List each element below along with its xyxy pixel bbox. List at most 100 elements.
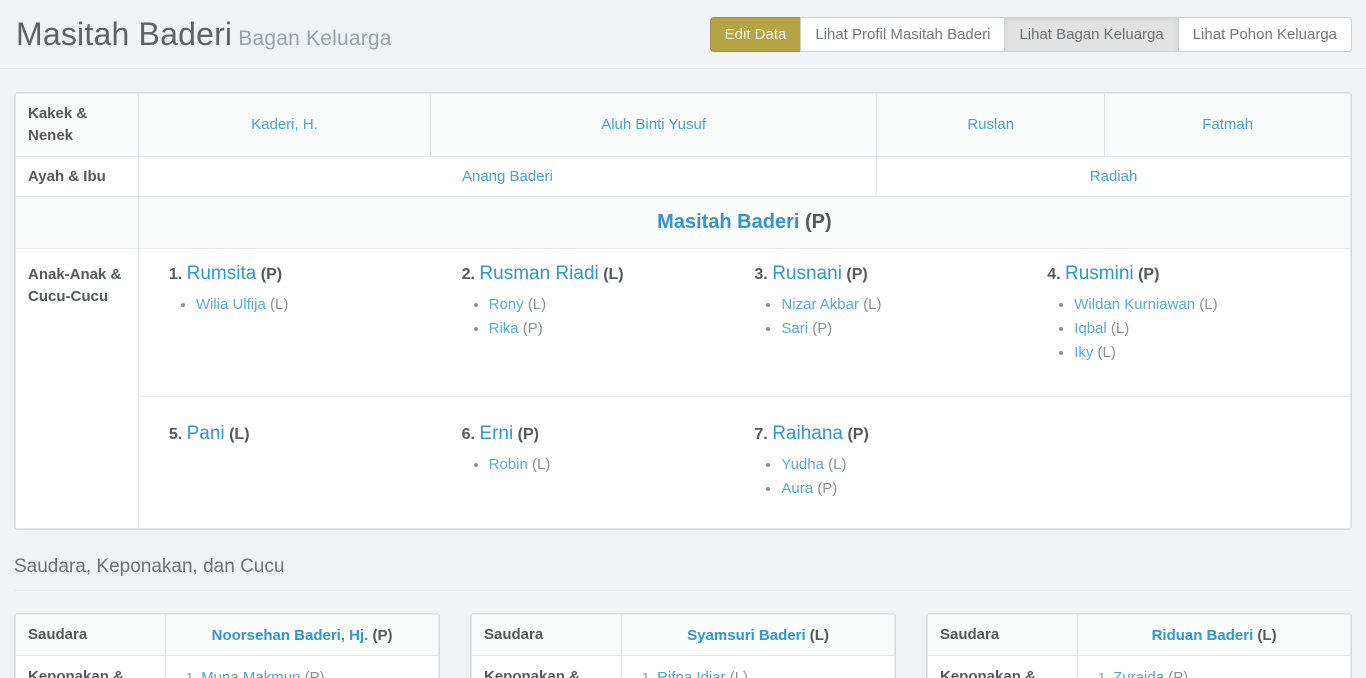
child-gender: (L): [229, 426, 249, 443]
grandchild-gender: (L): [863, 296, 881, 313]
sibling-link[interactable]: Riduan Baderi: [1152, 627, 1254, 644]
grandchild-link[interactable]: Wilia Ulfija: [196, 296, 266, 313]
father-link[interactable]: Anang Baderi: [462, 168, 553, 185]
nephews-row: Keponakan & Cucu-Cucu 1. Zuraida (P) And…: [928, 656, 1351, 678]
child-number: 7.: [754, 426, 767, 443]
child-gender: (P): [1138, 266, 1159, 283]
nephew-link[interactable]: Muna Makmun: [201, 669, 300, 678]
view-profile-button[interactable]: Lihat Profil Masitah Baderi: [800, 17, 1005, 52]
child-item: 5. Pani (L): [169, 423, 462, 504]
sibling-card: Saudara Riduan Baderi (L) Keponakan & Cu…: [926, 613, 1352, 678]
grandparent-link[interactable]: Aluh Binti Yusuf: [601, 116, 706, 133]
grandchild-gender: (L): [532, 456, 550, 473]
grandchild-link[interactable]: Sari: [781, 320, 808, 337]
sibling-label: Saudara: [472, 615, 622, 656]
child-link[interactable]: Rusnani: [772, 263, 842, 284]
grandchild-link[interactable]: Iqbal: [1074, 320, 1107, 337]
grandchild-gender: (P): [812, 320, 832, 337]
grandchild-item: Aura (P): [781, 480, 1033, 497]
grandparent-link[interactable]: Ruslan: [967, 116, 1014, 133]
child-link[interactable]: Rusman Riadi: [479, 263, 598, 284]
person-link[interactable]: Masitah Baderi: [657, 211, 799, 233]
sibling-card: Saudara Syamsuri Baderi (L) Keponakan & …: [470, 613, 896, 678]
family-chart-panel: Kakek & Nenek Kaderi, H. Aluh Binti Yusu…: [14, 92, 1352, 530]
grandchild-item: Rony (L): [489, 296, 741, 313]
grandchild-link[interactable]: Robin: [489, 456, 528, 473]
grandparents-row: Kakek & Nenek Kaderi, H. Aluh Binti Yusu…: [16, 94, 1351, 157]
pedigree-table: Kakek & Nenek Kaderi, H. Aluh Binti Yusu…: [15, 93, 1351, 529]
grandchild-gender: (L): [828, 456, 846, 473]
nephew-gender: (P): [305, 669, 325, 678]
nephew-link[interactable]: Rifna Idiar: [657, 669, 725, 678]
grandchild-item: Iqbal (L): [1074, 320, 1326, 337]
grandchild-link[interactable]: Wildan Kurniawan: [1074, 296, 1195, 313]
grandchild-item: Robin (L): [489, 456, 741, 473]
sibling-gender: (L): [810, 627, 829, 644]
grandchild-gender: (L): [1199, 296, 1217, 313]
mother-link[interactable]: Radiah: [1090, 168, 1138, 185]
page-subtitle: Bagan Keluarga: [238, 27, 391, 50]
grandchild-gender: (P): [817, 480, 837, 497]
sibling-gender: (P): [373, 627, 393, 644]
edit-data-button[interactable]: Edit Data: [710, 17, 802, 52]
child-gender: (P): [847, 426, 868, 443]
grandchild-gender: (L): [1098, 344, 1116, 361]
grandchild-link[interactable]: Nizar Akbar: [781, 296, 859, 313]
view-family-chart-button[interactable]: Lihat Bagan Keluarga: [1004, 17, 1178, 52]
grandchild-link[interactable]: Rony: [489, 296, 524, 313]
child-item: 2. Rusman Riadi (L) Rony (L) Rika (P): [462, 263, 755, 396]
page-title: Masitah BaderiBagan Keluarga: [16, 16, 392, 53]
sibling-link[interactable]: Syamsuri Baderi: [687, 627, 805, 644]
grandparent-link[interactable]: Fatmah: [1202, 116, 1253, 133]
nephew-gender: (L): [730, 669, 748, 678]
grandchild-link[interactable]: Rika: [489, 320, 519, 337]
nephews-label: Keponakan & Cucu-Cucu: [472, 656, 622, 678]
grandchild-item: Iky (L): [1074, 344, 1326, 361]
nephew-item: 1. Muna Makmun (P) Nafies Luthfi (L): [186, 669, 430, 678]
children-row: Anak-Anak & Cucu-Cucu 1. Rumsita (P) Wil…: [16, 249, 1351, 529]
nephews-label: Keponakan & Cucu-Cucu: [16, 656, 166, 678]
person-row: Masitah Baderi (P): [16, 197, 1351, 249]
grandparent-link[interactable]: Kaderi, H.: [251, 116, 318, 133]
sibling-header-row: Saudara Noorsehan Baderi, Hj. (P): [16, 615, 439, 656]
person-gender: (P): [805, 211, 832, 233]
sibling-header-row: Saudara Syamsuri Baderi (L): [472, 615, 895, 656]
nephews-row: Keponakan & Cucu-Cucu 1. Muna Makmun (P)…: [16, 656, 439, 678]
child-item: 3. Rusnani (P) Nizar Akbar (L) Sari (P): [754, 263, 1047, 396]
siblings-section-heading: Saudara, Keponakan, dan Cucu: [14, 556, 1352, 591]
sibling-link[interactable]: Noorsehan Baderi, Hj.: [212, 627, 369, 644]
child-number: 1.: [169, 266, 182, 283]
view-family-tree-button[interactable]: Lihat Pohon Keluarga: [1178, 17, 1352, 52]
child-gender: (P): [518, 426, 539, 443]
nephew-link[interactable]: Zuraida: [1113, 669, 1164, 678]
grandchild-link[interactable]: Yudha: [781, 456, 824, 473]
sibling-card: Saudara Noorsehan Baderi, Hj. (P) Kepona…: [14, 613, 440, 678]
children-label: Anak-Anak & Cucu-Cucu: [16, 249, 139, 529]
child-link[interactable]: Pani: [187, 423, 225, 444]
child-number: 6.: [462, 426, 475, 443]
sibling-gender: (L): [1257, 627, 1276, 644]
nephews-row: Keponakan & Cucu-Cucu 1. Rifna Idiar (L)…: [472, 656, 895, 678]
person-row-empty-label: [16, 197, 139, 249]
grandparents-label: Kakek & Nenek: [16, 94, 139, 157]
sibling-label: Saudara: [928, 615, 1078, 656]
grandchild-item: Wilia Ulfija (L): [196, 296, 448, 313]
child-link[interactable]: Raihana: [772, 423, 843, 444]
child-gender: (P): [261, 266, 282, 283]
child-item: 4. Rusmini (P) Wildan Kurniawan (L) Iqba…: [1047, 263, 1340, 396]
grandchild-gender: (L): [528, 296, 546, 313]
child-link[interactable]: Erni: [479, 423, 513, 444]
child-number: 3.: [754, 266, 767, 283]
child-gender: (L): [603, 266, 623, 283]
child-link[interactable]: Rusmini: [1065, 263, 1134, 284]
sibling-label: Saudara: [16, 615, 166, 656]
child-link[interactable]: Rumsita: [187, 263, 257, 284]
grandchild-link[interactable]: Aura: [781, 480, 813, 497]
children-grid-row-1: 1. Rumsita (P) Wilia Ulfija (L) 2. Rusma…: [139, 249, 1350, 396]
nephew-item: 1. Rifna Idiar (L) Sari Mardiah (P): [642, 669, 886, 678]
grandchild-link[interactable]: Iky: [1074, 344, 1093, 361]
grandchild-gender: (L): [270, 296, 288, 313]
children-grid-row-2: 5. Pani (L) 6. Erni (P) Robin (L) 7. Rai…: [139, 397, 1350, 528]
nephew-number: 1.: [1098, 670, 1109, 678]
grandchild-gender: (P): [523, 320, 543, 337]
